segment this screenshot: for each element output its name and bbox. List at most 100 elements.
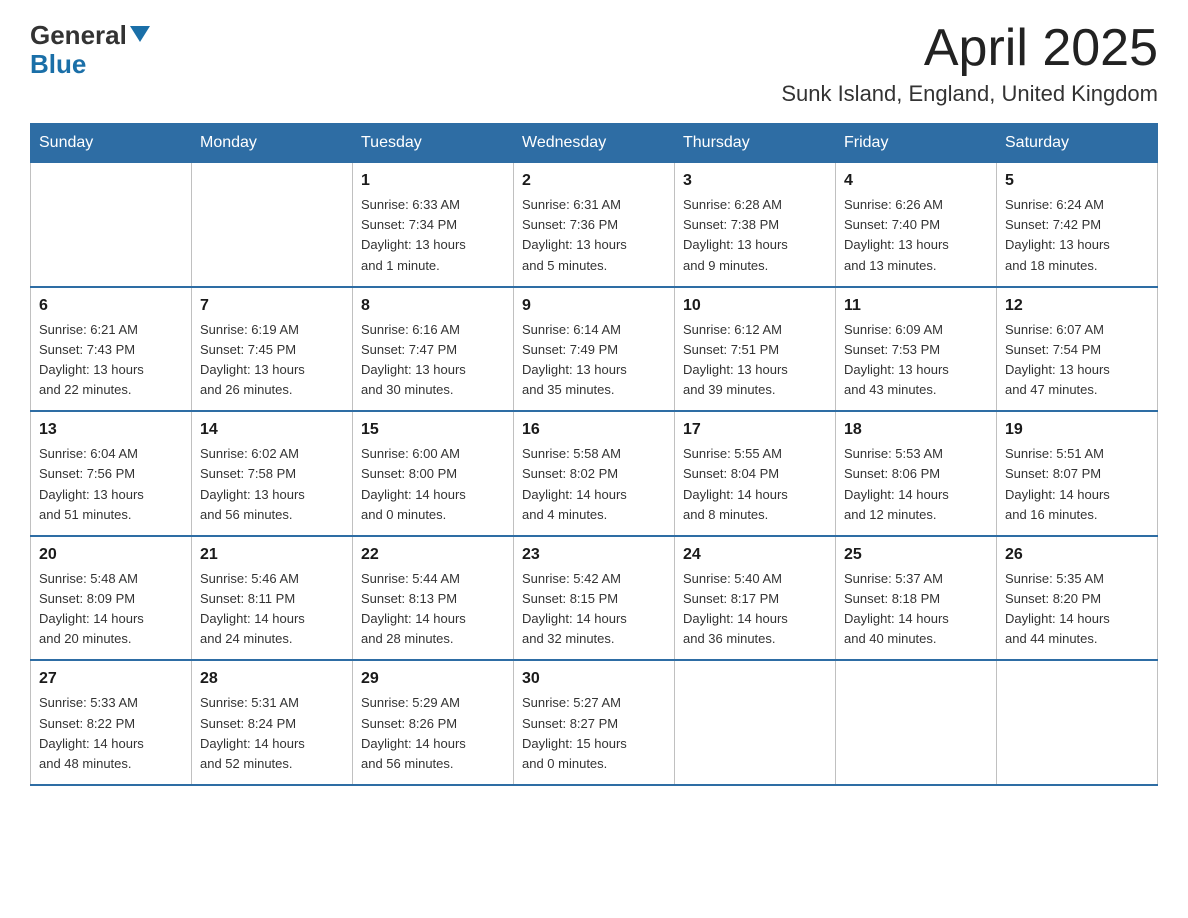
- day-number: 4: [844, 169, 988, 193]
- calendar-week-4: 20Sunrise: 5:48 AM Sunset: 8:09 PM Dayli…: [31, 536, 1158, 661]
- day-number: 7: [200, 294, 344, 318]
- calendar-cell: 30Sunrise: 5:27 AM Sunset: 8:27 PM Dayli…: [514, 660, 675, 785]
- calendar-cell: [836, 660, 997, 785]
- day-info: Sunrise: 5:55 AM Sunset: 8:04 PM Dayligh…: [683, 444, 827, 525]
- calendar-cell: 8Sunrise: 6:16 AM Sunset: 7:47 PM Daylig…: [353, 287, 514, 412]
- calendar-cell: 14Sunrise: 6:02 AM Sunset: 7:58 PM Dayli…: [192, 411, 353, 536]
- calendar-week-3: 13Sunrise: 6:04 AM Sunset: 7:56 PM Dayli…: [31, 411, 1158, 536]
- calendar-cell: 25Sunrise: 5:37 AM Sunset: 8:18 PM Dayli…: [836, 536, 997, 661]
- day-info: Sunrise: 5:53 AM Sunset: 8:06 PM Dayligh…: [844, 444, 988, 525]
- day-number: 6: [39, 294, 183, 318]
- day-number: 19: [1005, 418, 1149, 442]
- month-title: April 2025: [781, 20, 1158, 77]
- day-info: Sunrise: 5:46 AM Sunset: 8:11 PM Dayligh…: [200, 569, 344, 650]
- day-number: 5: [1005, 169, 1149, 193]
- calendar-cell: 5Sunrise: 6:24 AM Sunset: 7:42 PM Daylig…: [997, 163, 1158, 287]
- calendar-cell: 20Sunrise: 5:48 AM Sunset: 8:09 PM Dayli…: [31, 536, 192, 661]
- calendar-cell: 10Sunrise: 6:12 AM Sunset: 7:51 PM Dayli…: [675, 287, 836, 412]
- calendar-cell: 16Sunrise: 5:58 AM Sunset: 8:02 PM Dayli…: [514, 411, 675, 536]
- day-number: 16: [522, 418, 666, 442]
- calendar-header-thursday: Thursday: [675, 124, 836, 163]
- day-info: Sunrise: 5:29 AM Sunset: 8:26 PM Dayligh…: [361, 693, 505, 774]
- calendar-cell: 3Sunrise: 6:28 AM Sunset: 7:38 PM Daylig…: [675, 163, 836, 287]
- day-info: Sunrise: 5:40 AM Sunset: 8:17 PM Dayligh…: [683, 569, 827, 650]
- calendar-cell: 9Sunrise: 6:14 AM Sunset: 7:49 PM Daylig…: [514, 287, 675, 412]
- day-number: 2: [522, 169, 666, 193]
- calendar-cell: [997, 660, 1158, 785]
- day-number: 21: [200, 543, 344, 567]
- day-number: 1: [361, 169, 505, 193]
- calendar-cell: 2Sunrise: 6:31 AM Sunset: 7:36 PM Daylig…: [514, 163, 675, 287]
- calendar-header-wednesday: Wednesday: [514, 124, 675, 163]
- calendar-cell: 28Sunrise: 5:31 AM Sunset: 8:24 PM Dayli…: [192, 660, 353, 785]
- day-number: 13: [39, 418, 183, 442]
- calendar-week-1: 1Sunrise: 6:33 AM Sunset: 7:34 PM Daylig…: [31, 163, 1158, 287]
- calendar-cell: 19Sunrise: 5:51 AM Sunset: 8:07 PM Dayli…: [997, 411, 1158, 536]
- day-info: Sunrise: 6:12 AM Sunset: 7:51 PM Dayligh…: [683, 320, 827, 401]
- day-info: Sunrise: 5:48 AM Sunset: 8:09 PM Dayligh…: [39, 569, 183, 650]
- calendar-cell: 27Sunrise: 5:33 AM Sunset: 8:22 PM Dayli…: [31, 660, 192, 785]
- calendar-header-row: SundayMondayTuesdayWednesdayThursdayFrid…: [31, 124, 1158, 163]
- day-info: Sunrise: 6:00 AM Sunset: 8:00 PM Dayligh…: [361, 444, 505, 525]
- calendar-cell: [31, 163, 192, 287]
- day-info: Sunrise: 6:04 AM Sunset: 7:56 PM Dayligh…: [39, 444, 183, 525]
- day-info: Sunrise: 5:33 AM Sunset: 8:22 PM Dayligh…: [39, 693, 183, 774]
- calendar-table: SundayMondayTuesdayWednesdayThursdayFrid…: [30, 123, 1158, 786]
- calendar-cell: 6Sunrise: 6:21 AM Sunset: 7:43 PM Daylig…: [31, 287, 192, 412]
- day-info: Sunrise: 6:31 AM Sunset: 7:36 PM Dayligh…: [522, 195, 666, 276]
- day-number: 20: [39, 543, 183, 567]
- day-number: 29: [361, 667, 505, 691]
- day-info: Sunrise: 5:42 AM Sunset: 8:15 PM Dayligh…: [522, 569, 666, 650]
- day-info: Sunrise: 6:16 AM Sunset: 7:47 PM Dayligh…: [361, 320, 505, 401]
- day-info: Sunrise: 6:14 AM Sunset: 7:49 PM Dayligh…: [522, 320, 666, 401]
- calendar-cell: 17Sunrise: 5:55 AM Sunset: 8:04 PM Dayli…: [675, 411, 836, 536]
- logo-blue-text: Blue: [30, 49, 150, 80]
- day-number: 26: [1005, 543, 1149, 567]
- calendar-cell: 29Sunrise: 5:29 AM Sunset: 8:26 PM Dayli…: [353, 660, 514, 785]
- calendar-header-sunday: Sunday: [31, 124, 192, 163]
- calendar-header-tuesday: Tuesday: [353, 124, 514, 163]
- day-number: 3: [683, 169, 827, 193]
- day-info: Sunrise: 6:26 AM Sunset: 7:40 PM Dayligh…: [844, 195, 988, 276]
- day-number: 12: [1005, 294, 1149, 318]
- calendar-cell: 18Sunrise: 5:53 AM Sunset: 8:06 PM Dayli…: [836, 411, 997, 536]
- day-number: 24: [683, 543, 827, 567]
- day-number: 8: [361, 294, 505, 318]
- day-info: Sunrise: 5:44 AM Sunset: 8:13 PM Dayligh…: [361, 569, 505, 650]
- logo-general-text: General: [30, 20, 127, 51]
- day-info: Sunrise: 6:19 AM Sunset: 7:45 PM Dayligh…: [200, 320, 344, 401]
- day-info: Sunrise: 5:35 AM Sunset: 8:20 PM Dayligh…: [1005, 569, 1149, 650]
- calendar-cell: 12Sunrise: 6:07 AM Sunset: 7:54 PM Dayli…: [997, 287, 1158, 412]
- day-info: Sunrise: 6:28 AM Sunset: 7:38 PM Dayligh…: [683, 195, 827, 276]
- day-number: 18: [844, 418, 988, 442]
- calendar-header-monday: Monday: [192, 124, 353, 163]
- page-header: General Blue April 2025 Sunk Island, Eng…: [30, 20, 1158, 107]
- calendar-cell: [192, 163, 353, 287]
- day-number: 9: [522, 294, 666, 318]
- day-number: 25: [844, 543, 988, 567]
- calendar-cell: 26Sunrise: 5:35 AM Sunset: 8:20 PM Dayli…: [997, 536, 1158, 661]
- day-info: Sunrise: 6:21 AM Sunset: 7:43 PM Dayligh…: [39, 320, 183, 401]
- logo: General Blue: [30, 20, 150, 80]
- calendar-week-2: 6Sunrise: 6:21 AM Sunset: 7:43 PM Daylig…: [31, 287, 1158, 412]
- calendar-cell: 11Sunrise: 6:09 AM Sunset: 7:53 PM Dayli…: [836, 287, 997, 412]
- day-number: 17: [683, 418, 827, 442]
- day-info: Sunrise: 6:33 AM Sunset: 7:34 PM Dayligh…: [361, 195, 505, 276]
- calendar-header-saturday: Saturday: [997, 124, 1158, 163]
- day-number: 11: [844, 294, 988, 318]
- calendar-cell: 1Sunrise: 6:33 AM Sunset: 7:34 PM Daylig…: [353, 163, 514, 287]
- calendar-cell: 15Sunrise: 6:00 AM Sunset: 8:00 PM Dayli…: [353, 411, 514, 536]
- day-info: Sunrise: 5:51 AM Sunset: 8:07 PM Dayligh…: [1005, 444, 1149, 525]
- day-info: Sunrise: 5:37 AM Sunset: 8:18 PM Dayligh…: [844, 569, 988, 650]
- day-info: Sunrise: 6:24 AM Sunset: 7:42 PM Dayligh…: [1005, 195, 1149, 276]
- day-number: 22: [361, 543, 505, 567]
- day-info: Sunrise: 5:58 AM Sunset: 8:02 PM Dayligh…: [522, 444, 666, 525]
- day-number: 30: [522, 667, 666, 691]
- day-info: Sunrise: 5:31 AM Sunset: 8:24 PM Dayligh…: [200, 693, 344, 774]
- day-number: 14: [200, 418, 344, 442]
- day-number: 10: [683, 294, 827, 318]
- logo-triangle-icon: [130, 26, 150, 42]
- calendar-header-friday: Friday: [836, 124, 997, 163]
- day-info: Sunrise: 5:27 AM Sunset: 8:27 PM Dayligh…: [522, 693, 666, 774]
- calendar-cell: 13Sunrise: 6:04 AM Sunset: 7:56 PM Dayli…: [31, 411, 192, 536]
